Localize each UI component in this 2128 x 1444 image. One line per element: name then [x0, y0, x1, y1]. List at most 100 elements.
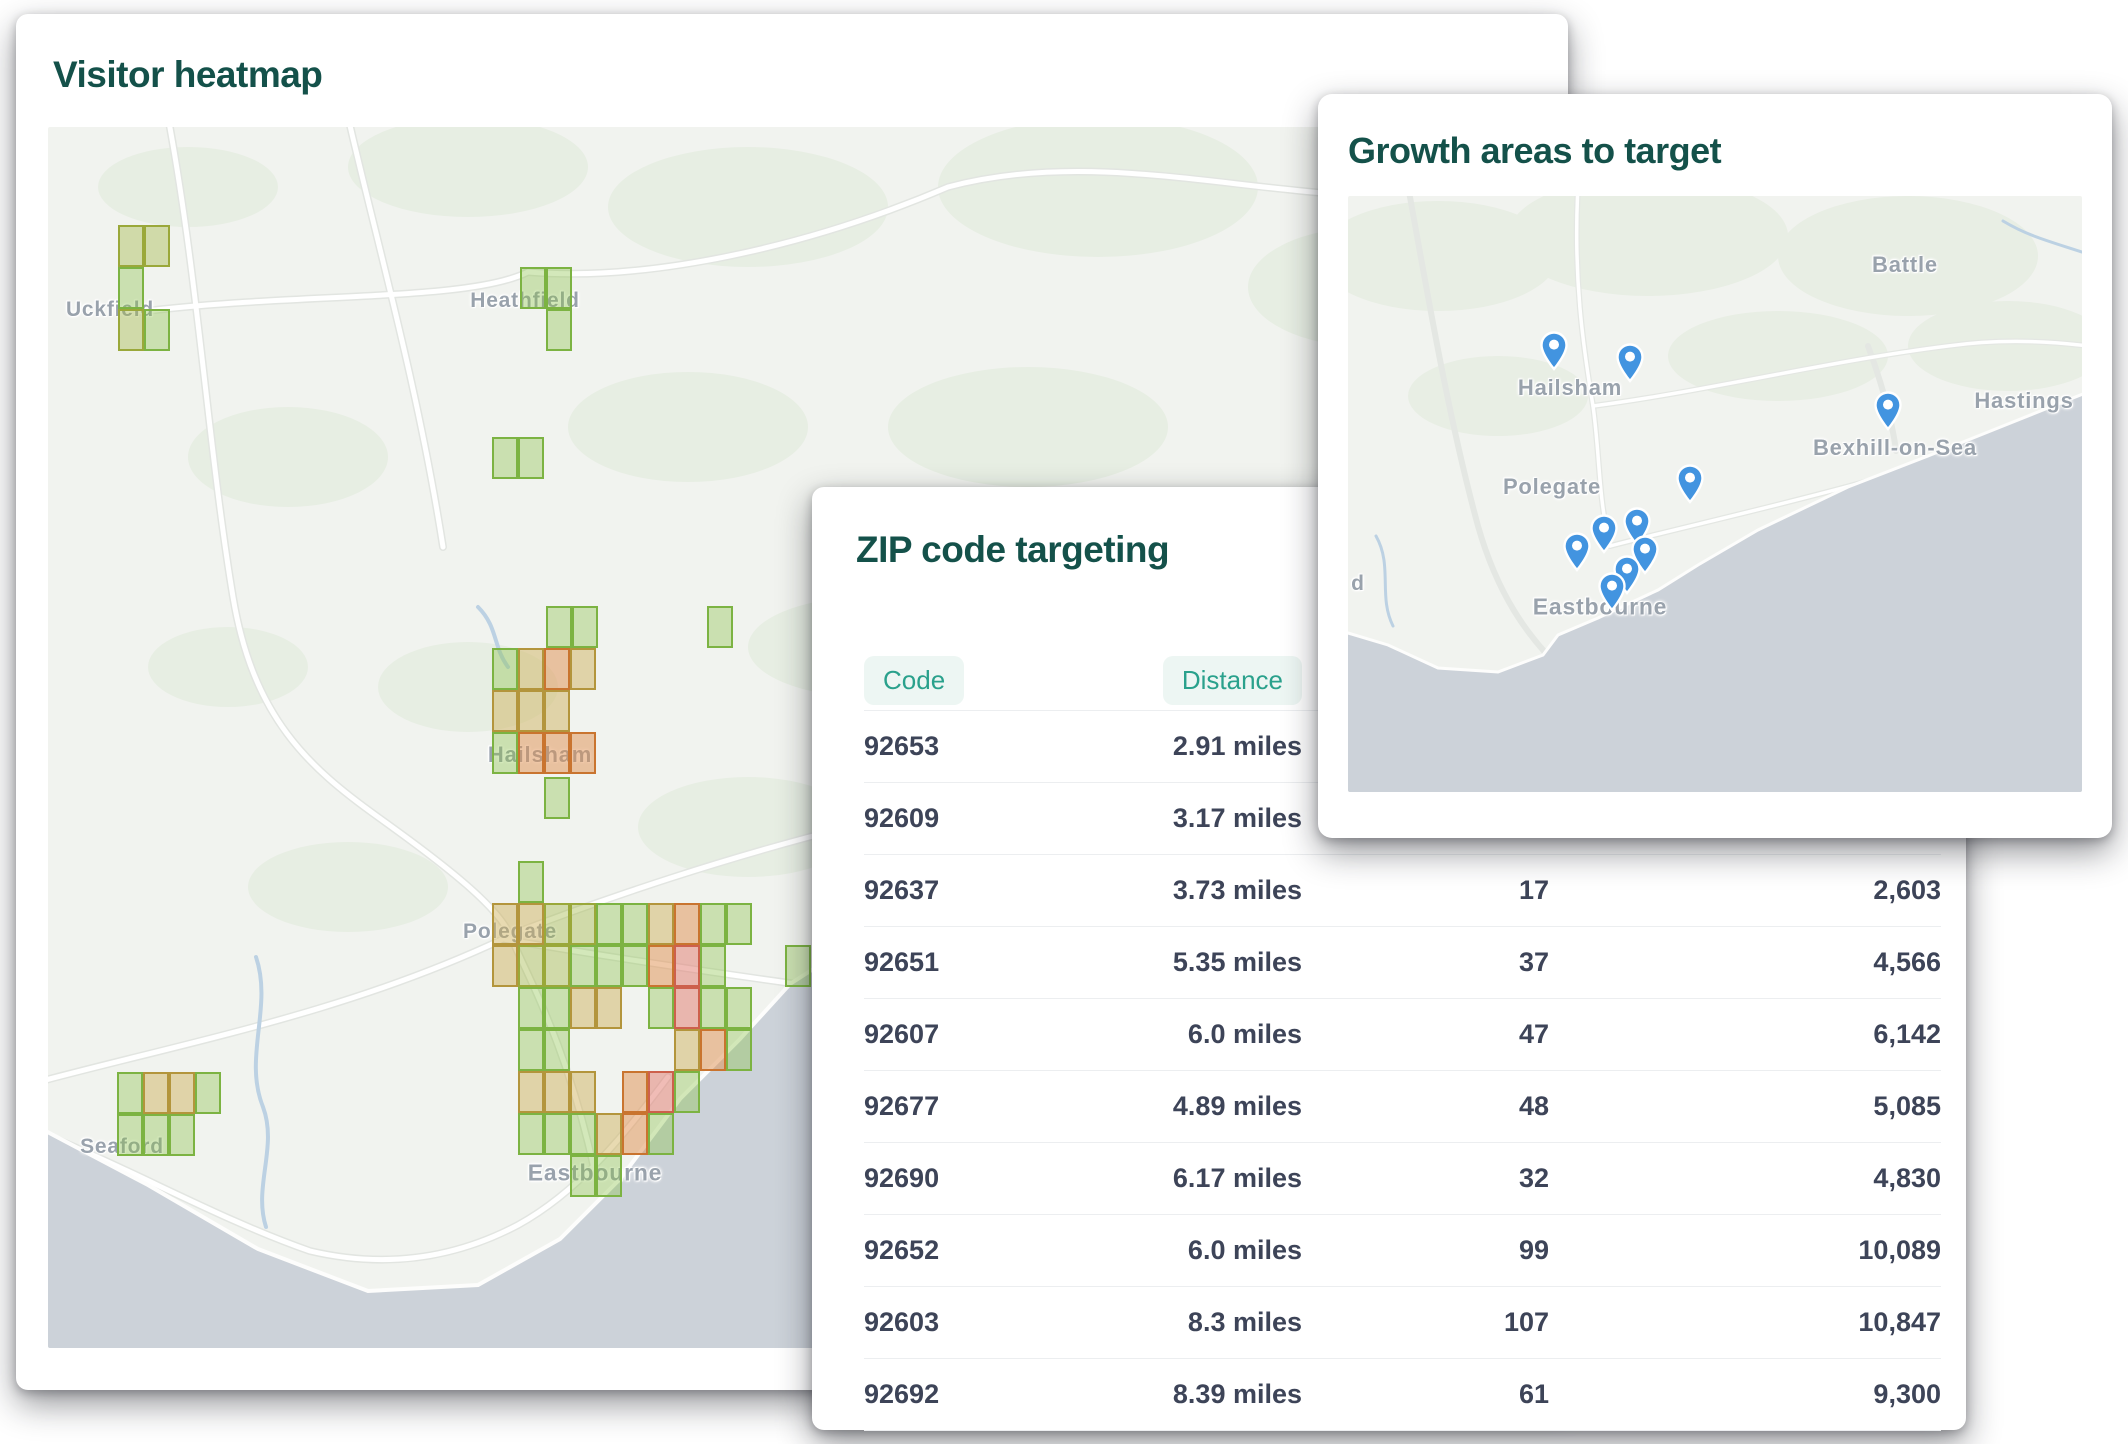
zip-cell: 4,566 — [1549, 947, 1941, 978]
town-label: Hailsham — [1518, 375, 1622, 401]
map-pin-icon[interactable] — [1616, 343, 1644, 383]
heatmap-cell — [785, 945, 811, 987]
zip-table-row[interactable]: 926526.0 miles9910,089 — [864, 1214, 1941, 1286]
heatmap-cell — [518, 437, 544, 479]
map-pin-icon[interactable] — [1676, 464, 1704, 504]
zip-table-row[interactable]: 926515.35 miles374,566 — [864, 926, 1941, 998]
heatmap-cell — [674, 945, 700, 987]
zip-cell: 32 — [1302, 1163, 1549, 1194]
zip-cell: 107 — [1302, 1307, 1549, 1338]
heatmap-cell — [570, 648, 596, 690]
heatmap-cell — [596, 1113, 622, 1155]
zip-cell: 4.89 miles — [1110, 1091, 1302, 1122]
zip-table-row[interactable]: 926906.17 miles324,830 — [864, 1142, 1941, 1214]
heatmap-cell — [570, 903, 596, 945]
heatmap-cell — [700, 945, 726, 987]
heatmap-cell — [544, 1029, 570, 1071]
heatmap-cell — [117, 1072, 143, 1114]
distance-column-header[interactable]: Distance — [1163, 656, 1302, 705]
heatmap-cell — [144, 309, 170, 351]
zip-cell: 37 — [1302, 947, 1549, 978]
heatmap-cell — [622, 1071, 648, 1113]
heatmap-cell — [118, 309, 144, 351]
zip-cell: 92692 — [864, 1379, 1110, 1410]
heatmap-cell — [622, 945, 648, 987]
code-column-header[interactable]: Code — [864, 656, 964, 705]
heatmap-cell — [546, 309, 572, 351]
zip-cell: 10,089 — [1549, 1235, 1941, 1266]
heatmap-cell — [674, 987, 700, 1029]
zip-table-row[interactable]: 926373.73 miles172,603 — [864, 854, 1941, 926]
heatmap-cell — [544, 987, 570, 1029]
growth-areas-title: Growth areas to target — [1348, 130, 1721, 172]
heatmap-cell — [596, 987, 622, 1029]
heatmap-cell — [520, 267, 546, 309]
heatmap-cell — [195, 1072, 221, 1114]
heatmap-cell — [674, 903, 700, 945]
map-pin-icon[interactable] — [1563, 532, 1591, 572]
heatmap-cell — [544, 945, 570, 987]
heatmap-cell — [492, 732, 518, 774]
zip-cell: 92677 — [864, 1091, 1110, 1122]
heatmap-cell — [518, 732, 544, 774]
zip-table-row[interactable]: 926076.0 miles476,142 — [864, 998, 1941, 1070]
heatmap-cell — [596, 1155, 622, 1197]
zip-cell: 2.91 miles — [1110, 731, 1302, 762]
heatmap-cell — [570, 1113, 596, 1155]
town-label: d — [1351, 572, 1365, 596]
zip-cell: 92609 — [864, 803, 1110, 834]
heatmap-cell — [143, 1072, 169, 1114]
visitor-heatmap-title: Visitor heatmap — [53, 54, 322, 96]
heatmap-cell — [622, 1113, 648, 1155]
zip-cell: 92651 — [864, 947, 1110, 978]
zip-cell: 4,830 — [1549, 1163, 1941, 1194]
zip-cell: 92652 — [864, 1235, 1110, 1266]
map-pin-icon[interactable] — [1590, 514, 1618, 554]
zip-cell: 92607 — [864, 1019, 1110, 1050]
heatmap-cell — [518, 987, 544, 1029]
map-pin-icon[interactable] — [1874, 391, 1902, 431]
heatmap-cell — [570, 732, 596, 774]
zip-cell: 8.3 miles — [1110, 1307, 1302, 1338]
heatmap-cell — [648, 1113, 674, 1155]
heatmap-cell — [570, 1155, 596, 1197]
town-label: Hastings — [1974, 388, 2073, 414]
map-pin-icon[interactable] — [1598, 572, 1626, 612]
heatmap-cell — [118, 225, 144, 267]
heatmap-cell — [518, 903, 544, 945]
zip-table-row[interactable]: 926038.3 miles10710,847 — [864, 1286, 1941, 1358]
heatmap-cell — [518, 648, 544, 690]
heatmap-cell — [700, 987, 726, 1029]
heatmap-cell — [492, 945, 518, 987]
zip-cell: 5.35 miles — [1110, 947, 1302, 978]
heatmap-cell — [674, 1029, 700, 1071]
growth-basemap-art — [1348, 196, 2082, 792]
zip-cell: 5,085 — [1549, 1091, 1941, 1122]
heatmap-cell — [726, 1029, 752, 1071]
zip-cell: 61 — [1302, 1379, 1549, 1410]
growth-areas-map[interactable]: BattleHastingsBexhill-on-SeaHailshamPole… — [1348, 196, 2082, 792]
town-label: Battle — [1872, 252, 1938, 278]
zip-cell: 6.0 miles — [1110, 1019, 1302, 1050]
zip-table-row[interactable]: 926774.89 miles485,085 — [864, 1070, 1941, 1142]
zip-cell: 92603 — [864, 1307, 1110, 1338]
heatmap-cell — [648, 945, 674, 987]
heatmap-cell — [518, 945, 544, 987]
town-label: Polegate — [1503, 474, 1601, 500]
heatmap-cell — [596, 903, 622, 945]
heatmap-cell — [544, 777, 570, 819]
zip-cell: 8.39 miles — [1110, 1379, 1302, 1410]
zip-cell: 2,603 — [1549, 875, 1941, 906]
heatmap-cell — [544, 690, 570, 732]
heatmap-cell — [518, 690, 544, 732]
heatmap-cell — [707, 606, 733, 648]
zip-cell: 92653 — [864, 731, 1110, 762]
heatmap-cell — [674, 1071, 700, 1113]
heatmap-cell — [726, 987, 752, 1029]
heatmap-cell — [648, 987, 674, 1029]
zip-cell: 6.0 miles — [1110, 1235, 1302, 1266]
heatmap-cell — [700, 1029, 726, 1071]
map-pin-icon[interactable] — [1540, 331, 1568, 371]
heatmap-cell — [648, 903, 674, 945]
zip-table-row[interactable]: 926928.39 miles619,300 — [864, 1358, 1941, 1431]
